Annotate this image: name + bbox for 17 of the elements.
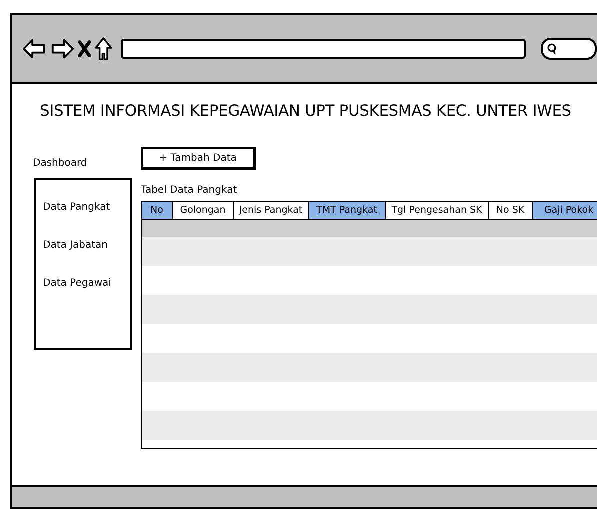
column-header[interactable]: Gaji Pokok <box>533 202 597 219</box>
search-field[interactable] <box>540 38 597 60</box>
dashboard-link[interactable]: Dashboard <box>33 147 141 171</box>
column-header[interactable]: TMT Pangkat <box>309 202 386 219</box>
close-icon[interactable] <box>78 40 92 58</box>
search-icon <box>546 42 557 54</box>
sidebar-item[interactable]: Data Jabatan <box>43 240 130 251</box>
back-icon[interactable] <box>22 38 48 60</box>
column-header[interactable]: No <box>142 202 173 219</box>
forward-icon[interactable] <box>50 38 76 60</box>
page-title: SISTEM INFORMASI KEPEGAWAIAN UPT PUSKESMAS KEC. UNTER IWES <box>40 102 572 120</box>
add-data-button[interactable]: + Tambah Data <box>141 147 256 170</box>
address-field[interactable] <box>120 38 526 58</box>
sidebar-item[interactable]: Data Pangkat <box>43 202 130 213</box>
home-icon[interactable] <box>94 36 112 60</box>
sidebar-item[interactable]: Data Pegawai <box>43 278 130 289</box>
table-title: Tabel Data Pangkat <box>141 185 238 198</box>
